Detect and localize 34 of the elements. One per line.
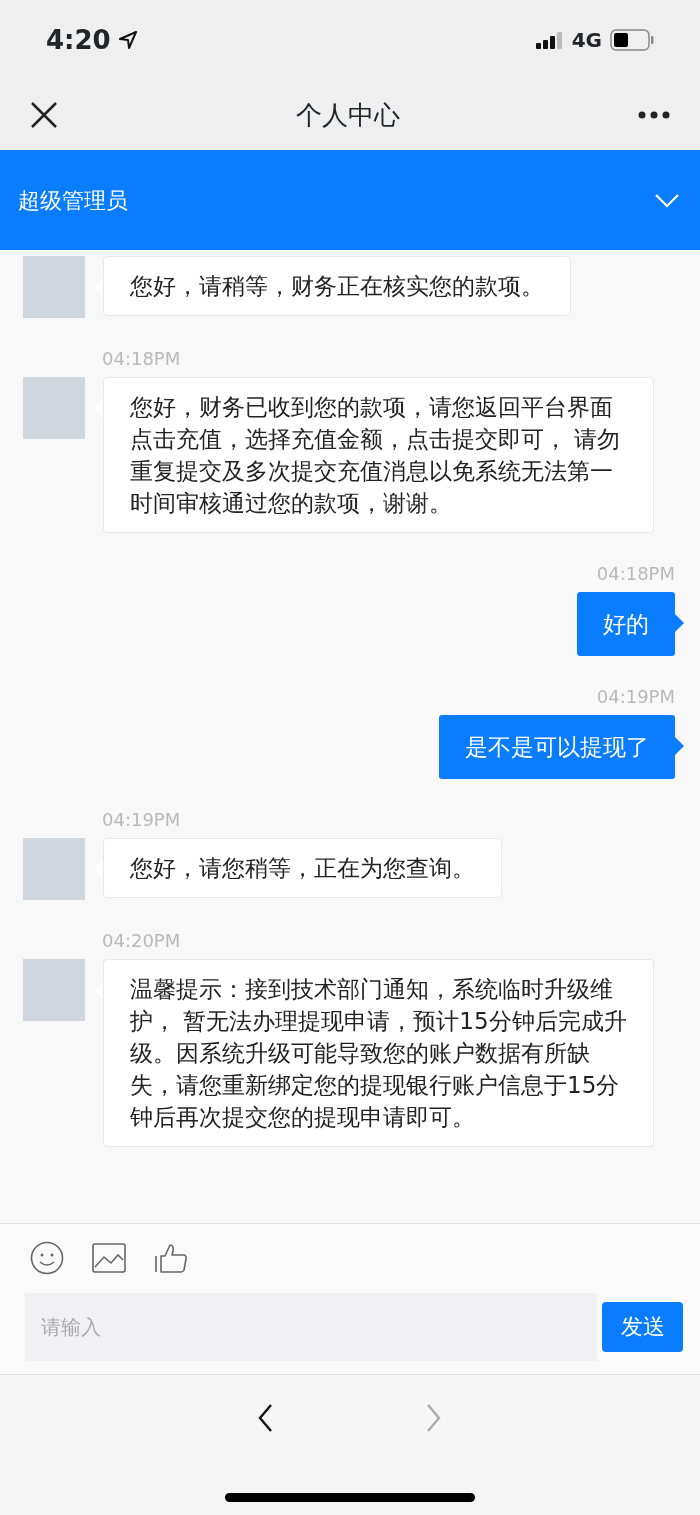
message-bubble: 好的 xyxy=(577,592,675,656)
message-time: 04:18PM xyxy=(595,563,675,585)
chevron-icon[interactable] xyxy=(654,191,680,209)
agent-bar[interactable]: 超级管理员 xyxy=(0,150,700,250)
avatar-placeholder xyxy=(23,838,85,900)
close-icon[interactable] xyxy=(30,101,58,129)
signal-icon xyxy=(535,31,564,49)
more-icon[interactable] xyxy=(638,111,670,119)
avatar-placeholder xyxy=(23,959,85,1021)
agent-name: 超级管理员 xyxy=(18,186,128,215)
image-icon[interactable] xyxy=(92,1242,126,1273)
message-input[interactable]: 请输入 xyxy=(25,1292,597,1361)
bubble-tail xyxy=(675,737,684,755)
message-bubble: 您好，请稍等，财务正在核实您的款项。 xyxy=(103,256,571,316)
message-time: 04:19PM xyxy=(102,809,182,831)
message-time: 04:19PM xyxy=(595,686,675,708)
message-time: 04:18PM xyxy=(102,348,182,370)
avatar-placeholder xyxy=(23,256,85,318)
message-bubble: 温馨提示：接到技术部门通知，系统临时升级维护， 暂无法办理提现申请，预计15分钟后完成升级。因系统升级可能导致您的账户数据有所缺失，请您重新绑定您的提现银行账户信息于15分钟后再次提交您的提现申请即可。 xyxy=(103,959,654,1147)
message-bubble: 您好，财务已收到您的款项，请您返回平台界面点击充值，选择充值金额，点击提交即可， 请勿重复提交及多次提交充值消息以免系统无法第一时间审核通过您的款项，谢谢。 xyxy=(103,377,654,533)
message-time: 04:20PM xyxy=(102,930,182,952)
avatar-placeholder xyxy=(23,377,85,439)
clock-time: 4:20 xyxy=(46,23,111,57)
battery-icon xyxy=(610,29,654,51)
message-bubble: 您好，请您稍等，正在为您查询。 xyxy=(103,838,502,898)
send-button[interactable]: 发送 xyxy=(602,1301,683,1352)
page-title: 个人中心 xyxy=(296,98,400,132)
back-button[interactable] xyxy=(257,1403,275,1433)
bubble-tail xyxy=(675,614,684,632)
network-label: 4G xyxy=(571,27,602,54)
thumbs-up-icon[interactable] xyxy=(154,1242,188,1273)
location-arrow-icon xyxy=(118,31,137,49)
emoji-icon[interactable] xyxy=(30,1240,64,1275)
message-bubble: 是不是可以提现了 xyxy=(439,715,675,779)
